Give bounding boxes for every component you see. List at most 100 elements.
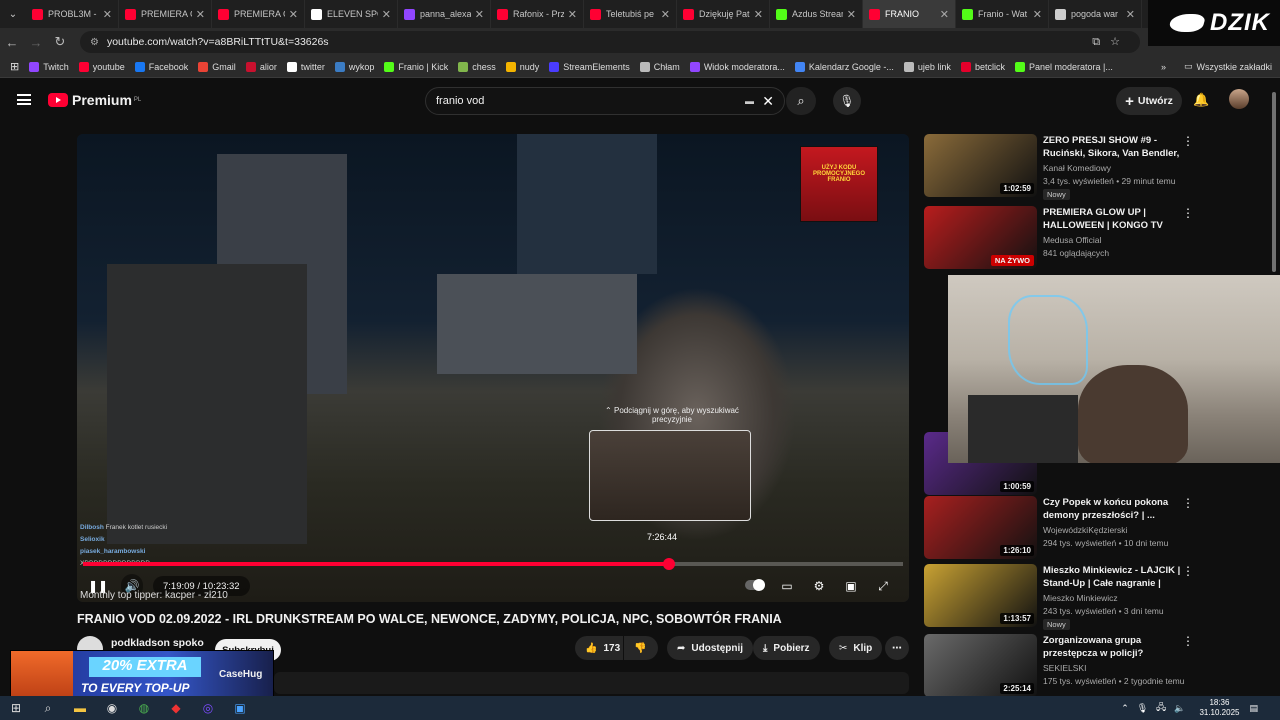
bookmark-item[interactable]: Widok moderatora... <box>689 61 785 72</box>
progress-bar[interactable] <box>83 558 903 570</box>
create-button[interactable]: + Utwórz <box>1116 87 1182 115</box>
clear-search-icon[interactable]: ✕ <box>762 93 774 110</box>
close-tab-icon[interactable]: ✕ <box>382 8 391 21</box>
bookmark-item[interactable]: Chłam <box>639 61 680 72</box>
video-title[interactable]: Mieszko Minkiewicz - LAJCIK | Stand-Up |… <box>1043 564 1181 591</box>
apps-icon[interactable]: ⊞ <box>10 60 19 73</box>
notifications-bell-icon[interactable]: 🔔 <box>1193 92 1209 108</box>
bookmark-item[interactable]: ujeb link <box>903 61 951 72</box>
clock[interactable]: 18:36 31.10.2025 <box>1199 698 1239 718</box>
video-channel[interactable]: Kanał Komediowy <box>1043 162 1111 175</box>
network-icon[interactable]: 🖧 <box>1156 700 1166 716</box>
account-avatar[interactable] <box>1229 89 1249 109</box>
app-icon[interactable]: ◉ <box>96 696 128 720</box>
more-options-icon[interactable]: ⋮ <box>1182 496 1194 510</box>
browser-tab[interactable]: Franio - Wat ✕ <box>956 0 1049 28</box>
bookmark-item[interactable]: Facebook <box>134 61 188 72</box>
video-title[interactable]: Czy Popek w końcu pokona demony przeszło… <box>1043 496 1181 522</box>
recommended-video[interactable]: 1:26:10 Czy Popek w końcu pokona demony p… <box>924 492 1260 559</box>
notification-icon[interactable]: ▤ <box>1249 703 1258 714</box>
close-tab-icon[interactable]: ✕ <box>847 8 856 21</box>
close-tab-icon[interactable]: ✕ <box>754 8 763 21</box>
bookmark-item[interactable]: Kalendarz Google -... <box>794 61 894 72</box>
youtube-premium-logo[interactable]: Premium PL <box>48 92 141 108</box>
browser-tab[interactable]: PROBL3M - ✕ <box>26 0 119 28</box>
bookmark-item[interactable]: Panel moderatora |... <box>1014 61 1113 72</box>
video-channel[interactable]: Mieszko Minkiewicz <box>1043 592 1118 605</box>
voice-search-button[interactable]: 🎙 <box>833 87 861 115</box>
more-options-icon[interactable]: ⋮ <box>1182 634 1194 648</box>
video-thumbnail[interactable]: 1:26:10 <box>924 496 1037 559</box>
keyboard-icon[interactable]: ▬ <box>745 96 754 106</box>
tab-search-icon[interactable]: ⌄ <box>0 0 26 28</box>
browser-tab[interactable]: Teletubiś pe ✕ <box>584 0 677 28</box>
description-box[interactable] <box>274 672 909 694</box>
close-tab-icon[interactable]: ✕ <box>568 8 577 21</box>
bookmark-item[interactable]: nudy <box>505 61 539 72</box>
back-icon[interactable]: ← <box>0 35 24 50</box>
recommended-video[interactable]: 2:25:14 Zorganizowana grupa przestępcza w… <box>924 630 1260 697</box>
app-icon[interactable]: ◆ <box>160 696 192 720</box>
recommended-video[interactable]: NA ŻYWO PREMIERA GLOW UP | HALLOWEEN | KO… <box>924 202 1260 269</box>
like-button[interactable]: 👍 173 <box>575 636 623 660</box>
close-tab-icon[interactable]: ✕ <box>940 8 949 21</box>
tray-chevron-icon[interactable]: ⌃ <box>1121 703 1129 714</box>
scrollbar-thumb[interactable] <box>1272 92 1276 272</box>
site-info-icon[interactable]: ⚙ <box>90 37 99 48</box>
bookmark-item[interactable]: StreamElements <box>549 61 630 72</box>
bookmark-item[interactable]: Twitch <box>29 61 69 72</box>
omnibox[interactable]: ⚙ youtube.com/watch?v=a8BRiLTTtTU&t=3362… <box>80 31 1140 53</box>
mic-tray-icon[interactable]: 🎙 <box>1137 703 1148 714</box>
app-icon[interactable]: ▣ <box>224 696 256 720</box>
close-tab-icon[interactable]: ✕ <box>289 8 298 21</box>
close-tab-icon[interactable]: ✕ <box>1033 8 1042 21</box>
browser-tab[interactable]: Azdus Strean ✕ <box>770 0 863 28</box>
browser-tab[interactable]: FRANIO ✕ <box>863 0 956 28</box>
windows-start-icon[interactable]: ⊞ <box>0 696 32 720</box>
browser-tab[interactable]: Rafonix - Prz ✕ <box>491 0 584 28</box>
recommended-video[interactable]: 1:02:59 ZERO PRESJI SHOW #9 - Ruciński, S… <box>924 130 1260 200</box>
share-button[interactable]: ➦ Udostępnij <box>667 636 754 660</box>
bookmark-item[interactable]: wykop <box>334 61 374 72</box>
bookmark-item[interactable]: Franio | Kick <box>384 61 448 72</box>
video-thumbnail[interactable]: 1:13:57 <box>924 564 1037 627</box>
bookmark-item[interactable]: Gmail <box>198 61 236 72</box>
menu-icon[interactable] <box>17 94 31 105</box>
bookmark-item[interactable]: chess <box>458 61 496 72</box>
reload-icon[interactable]: ↻ <box>48 34 72 50</box>
close-tab-icon[interactable]: ✕ <box>103 8 112 21</box>
more-options-icon[interactable]: ⋮ <box>1182 134 1194 148</box>
browser-tab[interactable]: ELEVEN SPO ✕ <box>305 0 398 28</box>
all-bookmarks[interactable]: Wszystkie zakładki <box>1196 62 1272 72</box>
download-button[interactable]: ⤓ Pobierz <box>753 636 820 660</box>
fullscreen-icon[interactable]: ⤢ <box>873 574 893 598</box>
close-tab-icon[interactable]: ✕ <box>475 8 484 21</box>
browser-tab[interactable]: Dziękuję Pat ✕ <box>677 0 770 28</box>
video-title[interactable]: ZERO PRESJI SHOW #9 - Ruciński, Sikora, … <box>1043 134 1181 161</box>
browser-tab[interactable]: panna_alexa ✕ <box>398 0 491 28</box>
bookmark-star-icon[interactable]: ⧉☆ <box>1092 35 1130 49</box>
video-player[interactable]: UŻYJ KODU PROMOCYJNEGO FRANIO ⌃ Podciągn… <box>77 134 909 602</box>
more-bookmarks-icon[interactable]: » <box>1161 62 1166 72</box>
video-channel[interactable]: SEKIELSKI <box>1043 662 1086 675</box>
browser-tab[interactable]: PREMIERA G ✕ <box>212 0 305 28</box>
close-tab-icon[interactable]: ✕ <box>196 8 205 21</box>
browser-tab[interactable]: pogoda war ✕ <box>1049 0 1142 28</box>
forward-icon[interactable]: → <box>24 35 48 50</box>
bookmark-item[interactable]: alior <box>245 61 277 72</box>
close-tab-icon[interactable]: ✕ <box>661 8 670 21</box>
recommended-video[interactable]: 1:13:57 Mieszko Minkiewicz - LAJCIK | Sta… <box>924 560 1260 630</box>
settings-gear-icon[interactable]: ⚙ <box>809 574 829 598</box>
video-channel[interactable]: WojewódzkiKędzierski <box>1043 524 1127 537</box>
bookmark-item[interactable]: youtube <box>78 61 125 72</box>
subtitles-icon[interactable]: ▭ <box>777 574 797 598</box>
more-options-icon[interactable]: ⋮ <box>1182 564 1194 578</box>
page-scrollbar[interactable] <box>1270 86 1278 706</box>
app-icon[interactable]: ◎ <box>192 696 224 720</box>
chrome-icon[interactable]: ◍ <box>128 696 160 720</box>
video-channel[interactable]: Medusa Official <box>1043 234 1101 247</box>
video-thumbnail[interactable]: NA ŻYWO <box>924 206 1037 269</box>
close-tab-icon[interactable]: ✕ <box>1126 8 1135 21</box>
bookmark-item[interactable]: betclick <box>960 61 1005 72</box>
speaker-icon[interactable]: 🔈 <box>1174 703 1185 714</box>
